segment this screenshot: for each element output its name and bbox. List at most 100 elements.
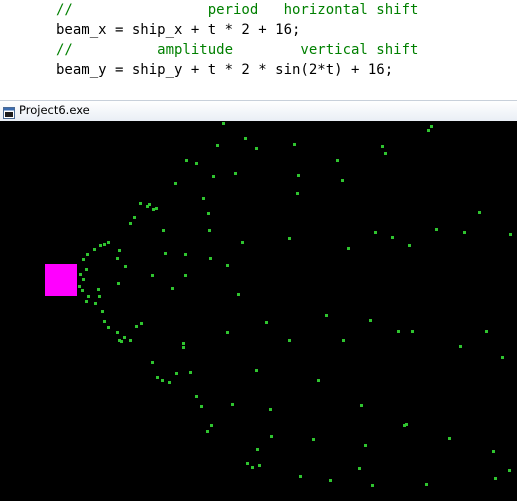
beam-particle [255, 147, 258, 150]
beam-particle [93, 248, 96, 251]
beam-particle [374, 231, 377, 234]
beam-particle [81, 289, 84, 292]
beam-particle [185, 159, 188, 162]
beam-particle [164, 252, 167, 255]
beam-particle [140, 322, 143, 325]
beam-particle [501, 356, 504, 359]
beam-particle [237, 293, 240, 296]
beam-particle [129, 339, 132, 342]
ship [45, 264, 77, 296]
window-title: Project6.exe [19, 103, 90, 117]
code-editor: // period horizontal shift beam_x = ship… [0, 0, 517, 93]
beam-particle [360, 404, 363, 407]
beam-particle [161, 379, 164, 382]
beam-particle [116, 331, 119, 334]
code-line-beam-y: beam_y = ship_y + t * 2 * sin(2*t) + 16; [56, 62, 394, 78]
beam-particle [156, 376, 159, 379]
beam-particle [98, 295, 101, 298]
beam-particle [296, 192, 299, 195]
beam-particle [129, 222, 132, 225]
beam-particle [369, 319, 372, 322]
beam-particle [329, 479, 332, 482]
beam-particle [208, 229, 211, 232]
code-comment-line: // period horizontal shift [56, 2, 419, 18]
beam-particle [427, 129, 430, 132]
beam-particle [231, 403, 234, 406]
beam-particle [151, 361, 154, 364]
beam-particle [509, 233, 512, 236]
beam-particle [182, 346, 185, 349]
beam-particle [85, 268, 88, 271]
beam-particle [246, 462, 249, 465]
beam-particle [397, 330, 400, 333]
beam-particle [85, 300, 88, 303]
beam-particle [411, 330, 414, 333]
beam-particle [508, 469, 511, 472]
beam-particle [226, 331, 229, 334]
beam-particle [341, 179, 344, 182]
beam-particle [222, 122, 225, 125]
beam-particle [116, 257, 119, 260]
beam-particle [107, 241, 110, 244]
beam-particle [82, 258, 85, 261]
beam-particle [94, 302, 97, 305]
beam-particle [408, 244, 411, 247]
beam-particle [212, 175, 215, 178]
beam-particle [206, 430, 209, 433]
beam-particle [216, 144, 219, 147]
beam-particle [384, 152, 387, 155]
beam-particle [299, 475, 302, 478]
beam-particle [241, 241, 244, 244]
beam-particle [364, 444, 367, 447]
beam-particle [234, 172, 237, 175]
beam-particle [123, 336, 126, 339]
beam-particle [448, 437, 451, 440]
beam-particle [202, 197, 205, 200]
beam-particle [293, 143, 296, 146]
beam-particle [492, 450, 495, 453]
beam-particle [107, 326, 110, 329]
beam-particle [103, 243, 106, 246]
beam-particle [103, 320, 106, 323]
beam-particle [425, 483, 428, 486]
beam-particle [342, 339, 345, 342]
beam-particle [82, 278, 85, 281]
beam-particle [120, 340, 123, 343]
beam-particle [325, 314, 328, 317]
beam-particle [182, 342, 185, 345]
beam-particle [86, 253, 89, 256]
beam-particle [148, 203, 151, 206]
beam-particle [184, 253, 187, 256]
window-titlebar[interactable]: Project6.exe [0, 100, 517, 121]
beam-particle [118, 249, 121, 252]
beam-particle [210, 424, 213, 427]
beam-particle [391, 236, 394, 239]
beam-particle [312, 438, 315, 441]
beam-particle [171, 287, 174, 290]
beam-particle [244, 137, 247, 140]
beam-particle [124, 265, 127, 268]
beam-particle [133, 216, 136, 219]
console-window-icon [3, 104, 15, 119]
beam-particle [99, 244, 102, 247]
game-canvas[interactable] [0, 121, 517, 501]
beam-particle [151, 274, 154, 277]
beam-particle [256, 448, 259, 451]
beam-particle [347, 247, 350, 250]
beam-particle [155, 207, 158, 210]
beam-particle [195, 162, 198, 165]
beam-particle [430, 125, 433, 128]
beam-particle [87, 295, 90, 298]
beam-particle [255, 369, 258, 372]
beam-particle [195, 395, 198, 398]
beam-particle [226, 264, 229, 267]
beam-particle [117, 282, 120, 285]
beam-particle [168, 381, 171, 384]
beam-particle [358, 467, 361, 470]
beam-particle [297, 174, 300, 177]
beam-particle [139, 202, 142, 205]
beam-particle [207, 212, 210, 215]
beam-particle [200, 405, 203, 408]
code-line-beam-x: beam_x = ship_x + t * 2 + 16; [56, 22, 301, 38]
beam-particle [288, 339, 291, 342]
